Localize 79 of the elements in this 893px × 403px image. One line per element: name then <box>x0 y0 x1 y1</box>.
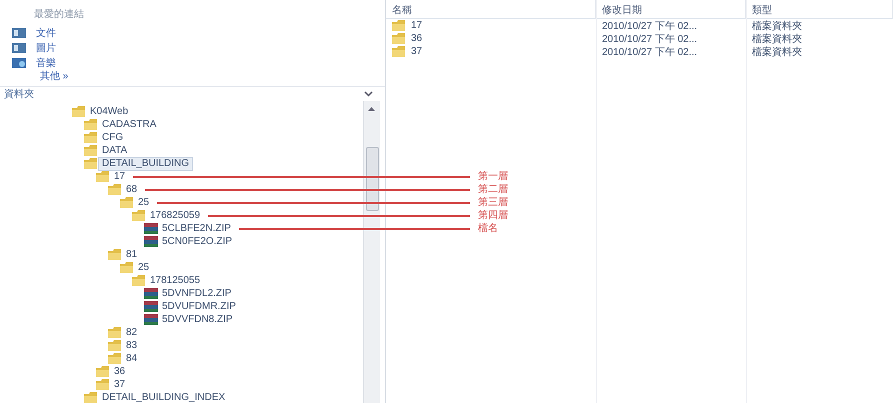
favorite-link[interactable]: 文件 <box>36 26 56 40</box>
folder-icon <box>108 249 122 260</box>
library-icon <box>12 42 26 52</box>
annotation-label: 第三層 <box>478 196 508 209</box>
column-header[interactable]: 修改日期 <box>596 0 746 19</box>
folder-icon <box>120 197 134 208</box>
archive-icon <box>144 236 158 247</box>
folder-icon <box>392 46 406 57</box>
tree-item[interactable]: 81 <box>122 248 142 262</box>
tree-item[interactable]: 82 <box>122 326 142 340</box>
tree-item[interactable]: 25 <box>134 260 154 274</box>
file-name[interactable]: 37 <box>411 46 422 57</box>
file-type: 檔案資料夾 <box>752 32 802 46</box>
file-type: 檔案資料夾 <box>752 20 802 32</box>
tree-item[interactable]: 178125055 <box>146 274 204 288</box>
archive-icon <box>144 301 158 312</box>
archive-icon <box>144 223 158 234</box>
folder-icon <box>120 262 134 273</box>
scrollbar[interactable] <box>363 101 380 403</box>
folder-icon <box>392 20 406 31</box>
tree-item[interactable]: 5CLBFE2N.ZIP <box>158 222 235 236</box>
folder-icon <box>84 145 98 156</box>
scrollbar-thumb[interactable] <box>366 147 379 211</box>
folder-icon <box>72 106 86 117</box>
folder-icon <box>392 33 406 44</box>
tree-item[interactable]: 5DVVFDN8.ZIP <box>158 312 237 326</box>
favorite-link[interactable]: 音樂 <box>36 56 56 70</box>
tree-item[interactable]: DETAIL_BUILDING_INDEX <box>98 390 230 403</box>
tree-item[interactable]: 68 <box>122 182 142 196</box>
annotation-label: 第四層 <box>478 209 508 222</box>
annotation-label: 第一層 <box>478 170 508 183</box>
library-icon <box>12 28 26 38</box>
tree-item[interactable]: CFG <box>98 130 128 144</box>
tree-item[interactable]: 17 <box>110 170 130 184</box>
folder-icon <box>108 327 122 338</box>
chevron-down-icon[interactable] <box>364 91 373 97</box>
folder-icon <box>108 184 122 195</box>
folder-icon <box>96 171 110 182</box>
folder-icon <box>108 340 122 351</box>
annotation-label: 檔名 <box>478 222 498 235</box>
tree-item[interactable]: 36 <box>110 364 130 378</box>
tree-item[interactable]: 176825059 <box>146 208 204 222</box>
tree-item[interactable]: DETAIL_BUILDING <box>98 156 194 170</box>
tree-item[interactable]: 5CN0FE2O.ZIP <box>158 234 236 248</box>
tree-item[interactable]: 84 <box>122 352 142 366</box>
folder-icon <box>96 366 110 377</box>
folder-icon <box>84 392 98 403</box>
tree-item[interactable]: 5DVNFDL2.ZIP <box>158 286 236 300</box>
modified-date: 2010/10/27 下午 02... <box>602 32 698 46</box>
file-name[interactable]: 36 <box>411 33 422 44</box>
more-link[interactable]: 其他 » <box>40 70 68 84</box>
tree-item[interactable]: 25 <box>134 196 154 210</box>
tree-item[interactable]: DATA <box>98 144 132 158</box>
archive-icon <box>144 314 158 325</box>
archive-icon <box>144 288 158 299</box>
column-header[interactable]: 類型 <box>746 0 893 19</box>
modified-date: 2010/10/27 下午 02... <box>602 46 698 58</box>
tree-item[interactable]: 37 <box>110 378 130 392</box>
folder-icon <box>84 119 98 130</box>
file-name[interactable]: 17 <box>411 20 422 31</box>
folder-icon <box>108 353 122 364</box>
folder-icon <box>132 210 146 221</box>
tree-item[interactable]: CADASTRA <box>98 118 160 132</box>
folder-icon <box>84 132 98 143</box>
tree-item[interactable]: 5DVUFDMR.ZIP <box>158 300 240 314</box>
tree-item[interactable]: 83 <box>122 338 142 352</box>
folders-heading: 資料夾 <box>4 88 34 101</box>
folder-icon <box>84 158 98 169</box>
favorites-heading: 最愛的連結 <box>34 8 85 21</box>
modified-date: 2010/10/27 下午 02... <box>602 20 698 32</box>
favorite-link[interactable]: 圖片 <box>36 40 56 54</box>
annotation-label: 第二層 <box>478 183 508 196</box>
column-header[interactable]: 名稱 <box>386 0 596 19</box>
tree-item[interactable]: K04Web <box>86 104 132 118</box>
folder-icon <box>96 379 110 390</box>
file-type: 檔案資料夾 <box>752 46 802 58</box>
music-library-icon <box>12 58 26 68</box>
folder-icon <box>132 275 146 286</box>
scroll-up-icon[interactable] <box>368 107 375 111</box>
